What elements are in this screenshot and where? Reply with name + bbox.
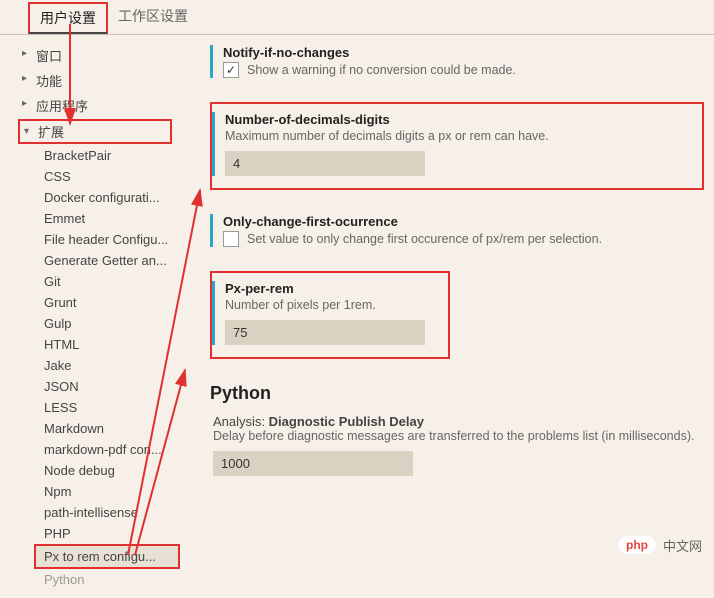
setting-px-per-rem: Px-per-rem Number of pixels per 1rem.	[212, 281, 438, 345]
tree-item[interactable]: Emmet	[0, 208, 190, 229]
checkbox-first-occurrence[interactable]	[223, 231, 239, 247]
setting-desc: Set value to only change first occurence…	[247, 232, 602, 246]
settings-tree: 窗口 功能 应用程序 扩展 BracketPair CSS Docker con…	[0, 35, 190, 598]
tree-item[interactable]: Git	[0, 271, 190, 292]
tree-item-px-to-rem[interactable]: Px to rem configu...	[34, 544, 180, 569]
tree-item[interactable]: Grunt	[0, 292, 190, 313]
watermark-logo: php	[617, 535, 657, 555]
tree-label: 功能	[36, 74, 62, 89]
input-python-delay[interactable]	[213, 451, 413, 476]
tree-item[interactable]: Docker configurati...	[0, 187, 190, 208]
setting-title: Px-per-rem	[225, 281, 438, 296]
setting-first-occurrence: Only-change-first-ocurrence Set value to…	[210, 214, 704, 247]
chevron-right-icon	[22, 48, 27, 59]
tree-window[interactable]: 窗口	[0, 43, 190, 68]
setting-title: Analysis: Diagnostic Publish Delay	[213, 414, 704, 429]
setting-python-delay: Analysis: Diagnostic Publish Delay Delay…	[210, 414, 704, 476]
tree-item[interactable]: JSON	[0, 376, 190, 397]
tab-user-settings[interactable]: 用户设置	[28, 2, 108, 34]
setting-desc: Show a warning if no conversion could be…	[247, 63, 516, 77]
setting-title: Notify-if-no-changes	[223, 45, 704, 60]
tree-label: 应用程序	[36, 99, 88, 114]
tree-item[interactable]: HTML	[0, 334, 190, 355]
chevron-down-icon	[24, 126, 29, 137]
tree-item[interactable]: Npm	[0, 481, 190, 502]
chevron-right-icon	[22, 98, 27, 109]
tree-item[interactable]: markdown-pdf con...	[0, 439, 190, 460]
tree-application[interactable]: 应用程序	[0, 93, 190, 118]
setting-decimals: Number-of-decimals-digits Maximum number…	[212, 112, 692, 176]
settings-tabs: 用户设置 工作区设置	[0, 0, 714, 35]
watermark-text: 中文网	[663, 536, 702, 555]
watermark: php 中文网	[617, 535, 702, 555]
setting-desc: Maximum number of decimals digits a px o…	[225, 129, 692, 143]
chevron-right-icon	[22, 73, 27, 84]
checkbox-notify[interactable]: ✓	[223, 62, 239, 78]
tree-item[interactable]: Node debug	[0, 460, 190, 481]
input-px-per-rem[interactable]	[225, 320, 425, 345]
tree-item[interactable]: Python	[0, 569, 190, 590]
tree-item[interactable]: Generate Getter an...	[0, 250, 190, 271]
settings-content: Notify-if-no-changes ✓ Show a warning if…	[190, 35, 714, 598]
tree-extensions[interactable]: 扩展	[18, 119, 172, 144]
tree-item[interactable]: File header Configu...	[0, 229, 190, 250]
tree-label: 扩展	[38, 125, 64, 140]
tree-item[interactable]: Markdown	[0, 418, 190, 439]
section-python: Python	[210, 383, 704, 404]
setting-title: Number-of-decimals-digits	[225, 112, 692, 127]
tree-item[interactable]: path-intellisense	[0, 502, 190, 523]
tree-features[interactable]: 功能	[0, 68, 190, 93]
setting-desc: Delay before diagnostic messages are tra…	[213, 429, 704, 443]
tab-workspace-settings[interactable]: 工作区设置	[108, 2, 198, 34]
main-area: 窗口 功能 应用程序 扩展 BracketPair CSS Docker con…	[0, 35, 714, 598]
setting-notify: Notify-if-no-changes ✓ Show a warning if…	[210, 45, 704, 78]
tree-item[interactable]: CSS	[0, 166, 190, 187]
input-decimals[interactable]	[225, 151, 425, 176]
tree-item[interactable]: Gulp	[0, 313, 190, 334]
tree-item[interactable]: PHP	[0, 523, 190, 544]
tree-label: 窗口	[36, 49, 62, 64]
setting-desc: Number of pixels per 1rem.	[225, 298, 438, 312]
tree-item[interactable]: Jake	[0, 355, 190, 376]
tree-item[interactable]: LESS	[0, 397, 190, 418]
tree-item[interactable]: BracketPair	[0, 145, 190, 166]
setting-title: Only-change-first-ocurrence	[223, 214, 704, 229]
